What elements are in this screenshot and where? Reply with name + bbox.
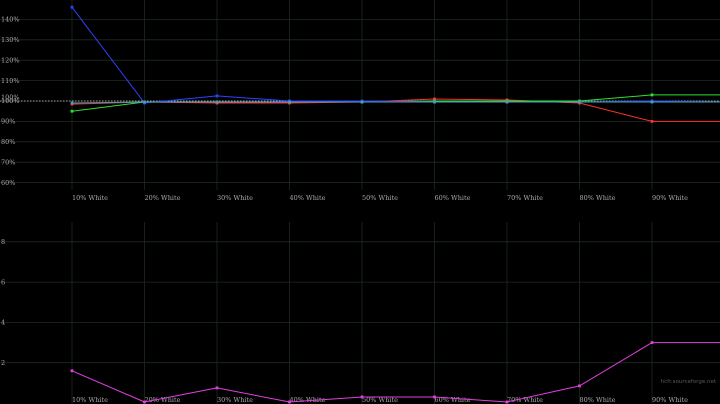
y-tick-label: 100% xyxy=(1,94,20,102)
data-point xyxy=(650,120,654,123)
data-point xyxy=(288,400,291,404)
y-tick-label: 6 xyxy=(1,278,5,286)
chart-canvas: 140%130%120%110%100%90%80%70%60%100%10% … xyxy=(0,0,720,404)
data-point xyxy=(505,400,509,404)
series-line xyxy=(71,342,720,403)
data-point xyxy=(288,100,291,104)
x-tick-label: 10% White xyxy=(72,396,108,404)
x-tick-label: 30% White xyxy=(217,396,253,404)
data-point xyxy=(70,369,74,373)
y-tick-label: 80% xyxy=(1,138,15,146)
x-tick-label: 40% White xyxy=(290,194,326,202)
y-tick-label: 70% xyxy=(1,158,15,166)
data-point xyxy=(70,109,74,113)
x-tick-label: 50% White xyxy=(362,194,398,202)
data-series xyxy=(70,5,720,404)
data-point xyxy=(360,395,364,399)
data-point xyxy=(215,94,219,98)
y-tick-label: 140% xyxy=(1,16,20,24)
x-tick-label: 30% White xyxy=(217,194,253,202)
data-point xyxy=(433,100,436,104)
data-point xyxy=(143,100,146,104)
y-tick-label: 4 xyxy=(1,319,5,327)
x-tick-label: 80% White xyxy=(580,194,616,202)
x-tick-label: 10% White xyxy=(72,194,108,202)
data-point xyxy=(433,395,436,399)
series-line xyxy=(71,6,720,104)
y-tick-label: 130% xyxy=(1,36,20,44)
data-point xyxy=(578,384,581,388)
data-point xyxy=(650,100,654,104)
y-tick-label: 110% xyxy=(1,77,20,85)
data-point xyxy=(215,386,219,390)
y-tick-label: 8 xyxy=(1,238,5,246)
data-point xyxy=(70,5,74,9)
data-point xyxy=(360,100,364,104)
y-tick-label: 2 xyxy=(1,359,5,367)
x-tick-label: 70% White xyxy=(507,396,543,404)
y-tick-label: 120% xyxy=(1,56,20,64)
x-tick-label: 20% White xyxy=(145,194,181,202)
x-tick-label: 90% White xyxy=(652,194,688,202)
axis-labels: 140%130%120%110%100%90%80%70%60%100%10% … xyxy=(1,16,688,404)
data-point xyxy=(650,93,654,97)
x-tick-label: 20% White xyxy=(145,396,181,404)
y-tick-label: 60% xyxy=(1,179,15,187)
y-tick-label: 90% xyxy=(1,118,15,126)
data-point xyxy=(650,341,654,344)
data-point xyxy=(215,100,219,104)
data-point xyxy=(143,400,146,404)
grid-lines xyxy=(0,0,720,404)
x-tick-label: 60% White xyxy=(435,194,471,202)
data-point xyxy=(70,101,74,105)
series-line xyxy=(71,94,720,112)
watermark-text: hcfr.sourceforge.net xyxy=(661,379,717,385)
data-point xyxy=(505,100,509,104)
data-point xyxy=(578,100,581,104)
x-tick-label: 90% White xyxy=(652,396,688,404)
x-tick-label: 80% White xyxy=(580,396,616,404)
x-tick-label: 70% White xyxy=(507,194,543,202)
